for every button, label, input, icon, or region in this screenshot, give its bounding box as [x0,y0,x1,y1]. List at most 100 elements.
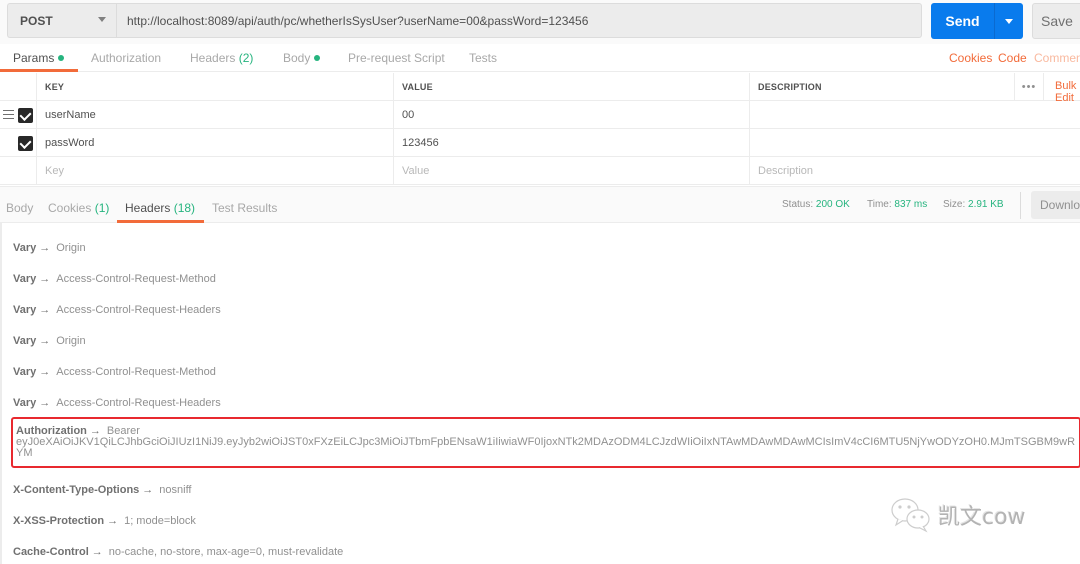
arrow-icon: → [39,397,51,409]
tab-label: Tests [469,51,498,65]
tab-label: Body [283,51,311,65]
response-tabs-bar: Body Cookies (1) Headers (18) Test Resul… [0,186,1080,223]
header-value: Origin [56,242,86,254]
active-tab-indicator [0,69,78,72]
header-row: X-XSS-Protection → 1; mode=block [13,515,196,527]
header-key: Vary [13,273,37,285]
param-value[interactable]: 00 [393,101,749,128]
tab-label: Body [6,201,34,215]
new-param-row: Key Value Description [0,157,1080,185]
param-description[interactable] [749,101,1080,128]
description-input[interactable]: Description [749,157,1080,184]
authorization-header-highlight: Authorization → Bearer eyJ0eXAiOiJKV1QiLCJ… [11,417,1080,468]
table-row: userName 00 [0,101,1080,129]
tab-label: Headers [125,201,171,215]
header-value: nosniff [159,484,192,496]
drag-handle-icon[interactable] [3,110,14,119]
header-key: Cache-Control [13,546,89,558]
time-label: Time: [867,199,892,210]
comments-link[interactable]: Comments [1034,51,1080,65]
tab-pre-request-script[interactable]: Pre-request Script [348,51,445,65]
download-button[interactable]: Download [1031,191,1080,219]
header-key: Vary [13,304,37,316]
header-value: Origin [56,335,86,347]
row-checkbox[interactable] [18,108,33,123]
arrow-icon: → [39,242,51,254]
cookies-link[interactable]: Cookies [949,51,992,65]
header-value: Access-Control-Request-Headers [56,304,221,316]
bearer-token: eyJ0eXAiOiJKV1QiLCJhbGciOiJIUzI1NiJ9.eyJ… [16,436,1076,459]
url-input[interactable]: http://localhost:8089/api/auth/pc/whethe… [116,3,922,38]
send-options-chevron-icon[interactable] [1005,18,1013,24]
tab-params[interactable]: Params [13,51,65,65]
more-options-button[interactable]: ••• [1014,73,1044,100]
tab-response-headers[interactable]: Headers (18) [125,201,195,215]
save-button[interactable]: Save [1032,3,1080,39]
arrow-icon: → [91,546,103,558]
size-label: Size: [943,199,966,210]
send-button[interactable]: Send [931,3,1023,39]
tab-body[interactable]: Body [283,51,321,65]
tab-count: (2) [238,51,254,65]
code-link[interactable]: Code [998,51,1027,65]
key-input[interactable]: Key [36,157,393,184]
tab-label: Test Results [212,201,278,215]
tab-headers[interactable]: Headers (2) [190,51,253,65]
column-header-value: VALUE [393,73,749,100]
header-key: Vary [13,335,37,347]
status-label: Status: [782,199,814,210]
request-tabs: Params Authorization Headers (2) Body Pr… [0,44,1080,72]
time-value: 837 ms [894,199,928,210]
header-value: Access-Control-Request-Method [56,273,216,285]
tab-tests[interactable]: Tests [469,51,497,65]
status-dot-icon [58,55,65,61]
arrow-icon: → [39,366,51,378]
arrow-icon: → [39,273,51,285]
header-key: Vary [13,366,37,378]
send-label: Send [945,13,980,29]
time-readout: Time: 837 ms [867,199,927,210]
header-row: X-Content-Type-Options → nosniff [13,484,192,496]
param-key[interactable]: passWord [36,129,393,156]
header-value: Access-Control-Request-Headers [56,397,221,409]
arrow-icon: → [39,335,51,347]
header-key: Vary [13,242,37,254]
param-description[interactable] [749,129,1080,156]
header-value: 1; mode=block [124,515,196,527]
method-label: POST [20,13,53,28]
tab-response-cookies[interactable]: Cookies (1) [48,201,109,215]
row-checkbox[interactable] [18,136,33,151]
header-row: Vary → Access-Control-Request-Headers [13,397,221,409]
chevron-down-icon [98,17,106,22]
method-select[interactable]: POST [7,3,116,38]
watermark: 凯文cow [890,497,1026,533]
header-key: X-Content-Type-Options [13,484,140,496]
tab-label: Pre-request Script [348,51,445,65]
tab-test-results[interactable]: Test Results [212,201,277,215]
tab-count: (18) [173,201,196,215]
status-dot-icon [314,55,321,61]
tab-count: (1) [94,201,110,215]
tab-authorization[interactable]: Authorization [91,51,161,65]
header-value: no-cache, no-store, max-age=0, must-reva… [108,546,344,558]
arrow-icon: → [142,484,154,496]
size-readout: Size: 2.91 KB [943,199,1004,210]
arrow-icon: → [39,304,51,316]
header-row: Cache-Control → no-cache, no-store, max-ag… [13,546,343,558]
param-value[interactable]: 123456 [393,129,749,156]
header-key: Vary [13,397,37,409]
header-row: Vary → Access-Control-Request-Method [13,366,216,378]
arrow-icon: → [107,515,119,527]
header-row: Vary → Origin [13,335,86,347]
value-input[interactable]: Value [393,157,749,184]
watermark-text: 凯文cow [938,505,1026,530]
size-value: 2.91 KB [968,199,1004,210]
tab-response-body[interactable]: Body [6,201,33,215]
param-key[interactable]: userName [36,101,393,128]
table-row: passWord 123456 [0,129,1080,157]
divider [1020,192,1021,219]
tab-label: Headers [190,51,236,65]
request-url-bar: POST http://localhost:8089/api/auth/pc/w… [0,0,1080,44]
header-row: Vary → Access-Control-Request-Headers [13,304,221,316]
tab-label: Params [13,51,55,65]
